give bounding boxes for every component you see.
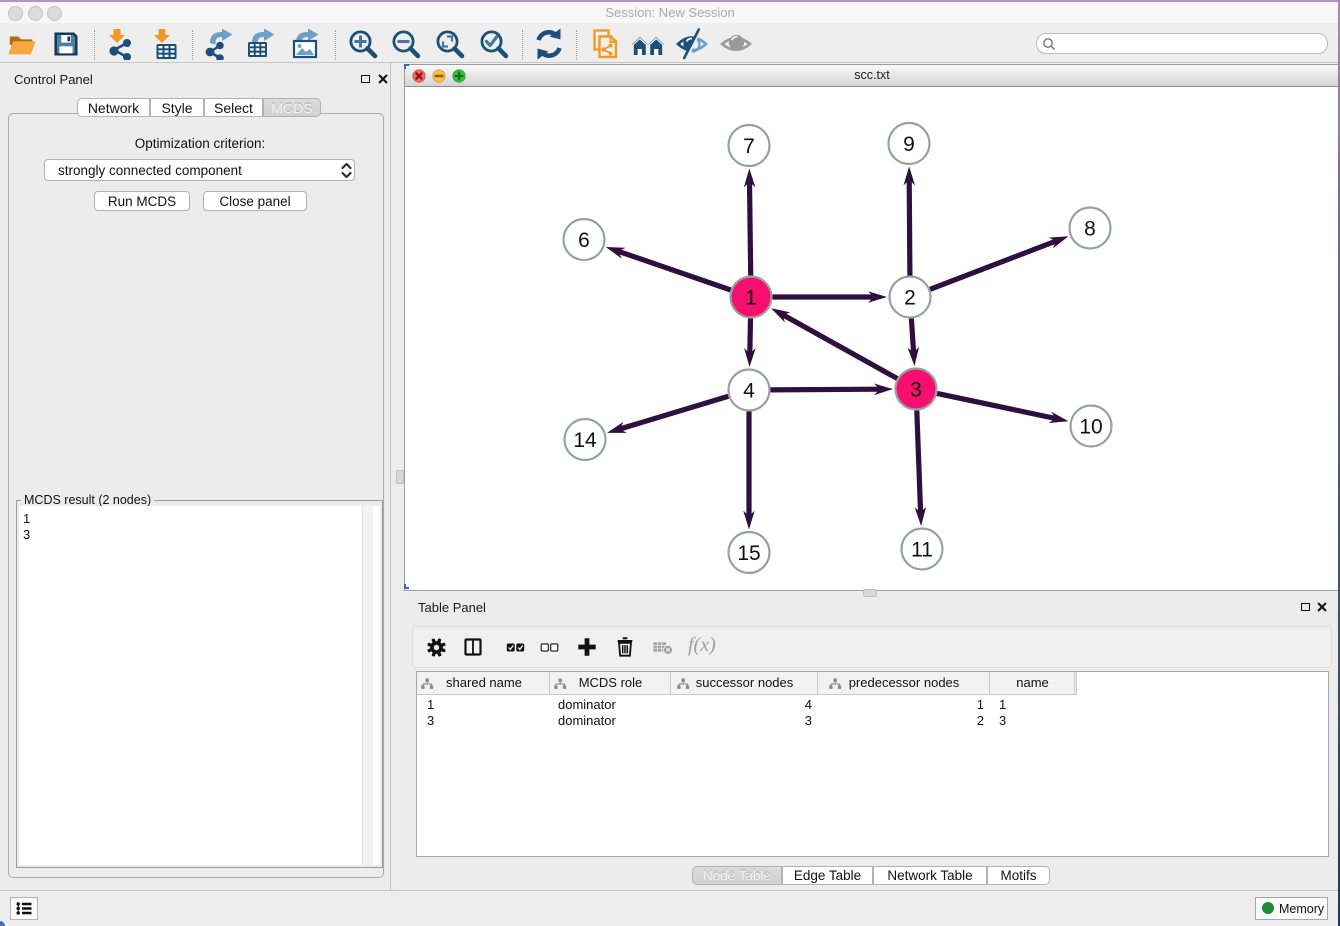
svg-text:4: 4 (743, 380, 755, 403)
svg-text:9: 9 (903, 133, 915, 156)
svg-text:15: 15 (737, 542, 760, 565)
svg-text:6: 6 (578, 229, 590, 252)
svg-text:2: 2 (904, 287, 916, 310)
svg-text:10: 10 (1079, 416, 1102, 439)
svg-text:3: 3 (910, 379, 922, 402)
svg-text:7: 7 (743, 135, 755, 158)
svg-text:1: 1 (745, 287, 757, 310)
svg-text:11: 11 (911, 539, 933, 562)
svg-text:14: 14 (573, 429, 597, 452)
svg-text:8: 8 (1084, 218, 1096, 241)
